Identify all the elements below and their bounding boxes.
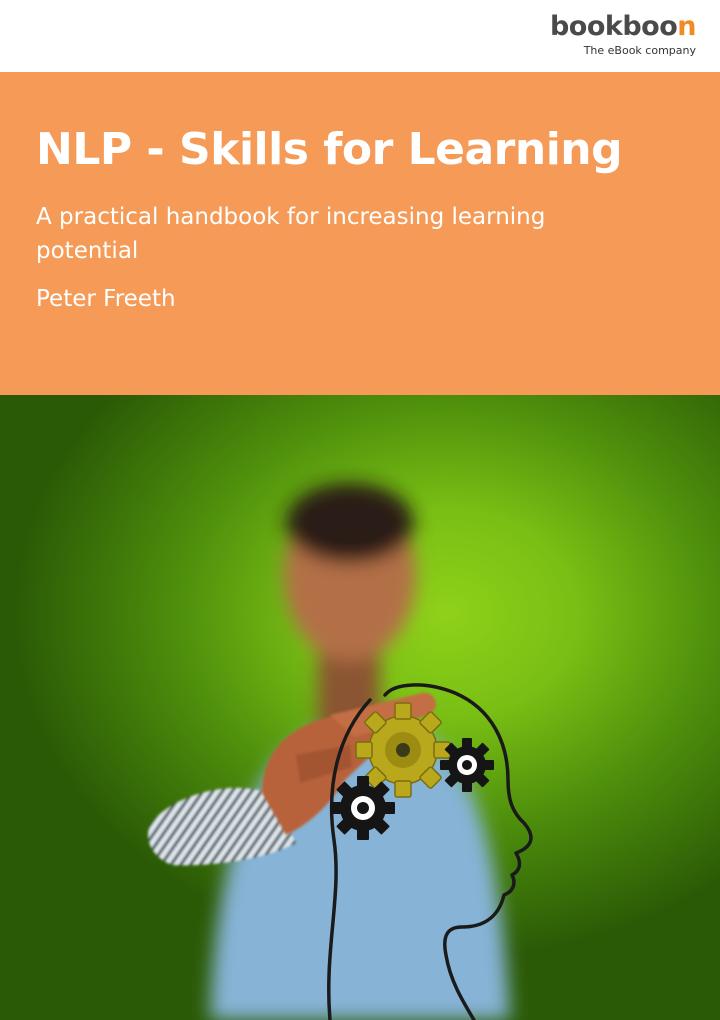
publisher-header: bookboon The eBook company <box>0 0 720 72</box>
bookboon-logo: bookboon The eBook company <box>549 11 697 58</box>
small-black-gear <box>440 738 494 792</box>
large-black-gear <box>331 776 395 840</box>
yellow-gear <box>355 702 451 798</box>
logo-word-main: bookboo <box>549 11 678 42</box>
title-banner: NLP - Skills for Learning A practical ha… <box>0 72 720 395</box>
logo-tagline: The eBook company <box>583 44 696 57</box>
logo-wordmark: bookboon <box>549 11 697 42</box>
book-cover: bookboon The eBook company NLP - Skills … <box>0 0 720 1020</box>
head-with-gears-illustration <box>148 483 533 1020</box>
book-subtitle: A practical handbook for increasing lear… <box>36 204 546 264</box>
cover-photo <box>0 395 720 1020</box>
book-author: Peter Freeth <box>36 286 176 312</box>
book-title: NLP - Skills for Learning <box>36 124 623 175</box>
logo-word-accent: n <box>677 11 696 42</box>
